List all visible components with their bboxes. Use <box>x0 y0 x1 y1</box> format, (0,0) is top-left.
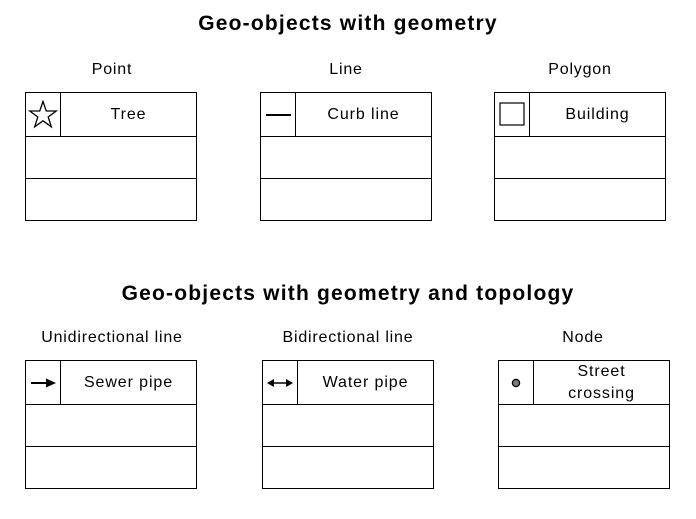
entity-name-sewer-pipe: Sewer pipe <box>83 373 174 391</box>
entity-header: Building <box>495 93 665 136</box>
row-divider <box>261 136 431 137</box>
entity-name-water-pipe: Water pipe <box>322 373 409 391</box>
section-title-topology: Geo-objects with geometry and topology <box>121 282 575 305</box>
caption-node: Node <box>562 329 604 346</box>
row-divider <box>26 446 196 447</box>
row-divider <box>26 404 196 405</box>
entity-box-water-pipe: Water pipe <box>262 360 434 489</box>
row-divider <box>263 404 433 405</box>
caption-polygon: Polygon <box>548 61 612 78</box>
square-icon <box>495 93 530 136</box>
row-divider <box>495 178 665 179</box>
row-divider <box>26 136 196 137</box>
entity-header: Water pipe <box>263 361 433 404</box>
entity-name-tree: Tree <box>110 105 147 123</box>
row-divider <box>495 136 665 137</box>
row-divider <box>261 178 431 179</box>
caption-unidirectional-line: Unidirectional line <box>41 329 183 346</box>
row-divider <box>26 178 196 179</box>
entity-name-street-crossing: Street crossing <box>568 362 635 402</box>
line-icon <box>261 93 296 136</box>
star-icon <box>26 93 61 136</box>
caption-line: Line <box>329 61 363 78</box>
arrow-right-icon <box>26 361 61 404</box>
row-divider <box>499 404 669 405</box>
entity-header: Street crossing <box>499 361 669 404</box>
entity-box-building: Building <box>494 92 666 221</box>
row-divider <box>263 446 433 447</box>
entity-box-sewer-pipe: Sewer pipe <box>25 360 197 489</box>
entity-header: Tree <box>26 93 196 136</box>
double-arrow-icon <box>263 361 298 404</box>
entity-name-building: Building <box>565 105 630 123</box>
entity-box-tree: Tree <box>25 92 197 221</box>
node-dot-icon <box>499 361 534 404</box>
entity-box-curb-line: Curb line <box>260 92 432 221</box>
entity-header: Sewer pipe <box>26 361 196 404</box>
section-title-geometry: Geo-objects with geometry <box>198 12 498 35</box>
caption-point: Point <box>91 61 133 78</box>
entity-header: Curb line <box>261 93 431 136</box>
entity-name-curb-line: Curb line <box>327 105 400 123</box>
entity-box-street-crossing: Street crossing <box>498 360 670 489</box>
row-divider <box>499 446 669 447</box>
caption-bidirectional-line: Bidirectional line <box>282 329 414 346</box>
